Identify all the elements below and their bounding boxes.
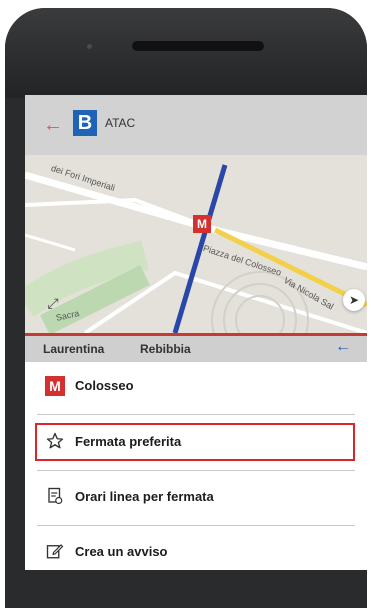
- metro-m-icon: M: [45, 376, 65, 396]
- phone-top-bezel: [5, 8, 367, 98]
- direction-from: Laurentina: [43, 342, 105, 356]
- divider: [37, 525, 355, 526]
- arrow-left-icon[interactable]: ←: [43, 115, 63, 135]
- app-screen: ← B ATAC dei Fori Imperiali Piazza del C…: [25, 95, 367, 570]
- direction-to: Rebibbia: [140, 342, 191, 356]
- front-camera: [87, 44, 92, 49]
- timetable-icon: [45, 487, 65, 507]
- menu-item-stop-name: M Colosseo: [25, 362, 367, 412]
- menu-item-label: Colosseo: [75, 378, 134, 393]
- app-bar: ← B ATAC: [25, 95, 367, 155]
- menu-item-create-alert[interactable]: Crea un avviso: [25, 528, 367, 570]
- menu-item-label: Orari linea per fermata: [75, 489, 214, 504]
- navigation-arrow-icon[interactable]: ➤: [343, 289, 365, 311]
- divider: [37, 470, 355, 471]
- menu-item-line-timetable[interactable]: Orari linea per fermata: [25, 473, 367, 523]
- menu-item-label: Crea un avviso: [75, 544, 168, 559]
- atac-logo: B: [73, 110, 97, 136]
- map-view[interactable]: dei Fori Imperiali Piazza del Colosseo V…: [25, 155, 367, 333]
- map-canvas: [25, 155, 367, 333]
- swap-direction-icon[interactable]: ←: [335, 338, 351, 356]
- divider: [37, 414, 355, 415]
- app-title: ATAC: [105, 116, 136, 130]
- stop-options-sheet: M Colosseo Fermata preferita Orari linea…: [25, 362, 367, 570]
- expand-icon[interactable]: ⤢: [43, 293, 63, 313]
- highlight-box: [35, 423, 355, 461]
- line-direction-strip: Laurentina Rebibbia ←: [25, 336, 367, 362]
- edit-note-icon: [45, 542, 65, 562]
- metro-station-marker[interactable]: M: [193, 215, 211, 233]
- earpiece-speaker: [132, 41, 264, 51]
